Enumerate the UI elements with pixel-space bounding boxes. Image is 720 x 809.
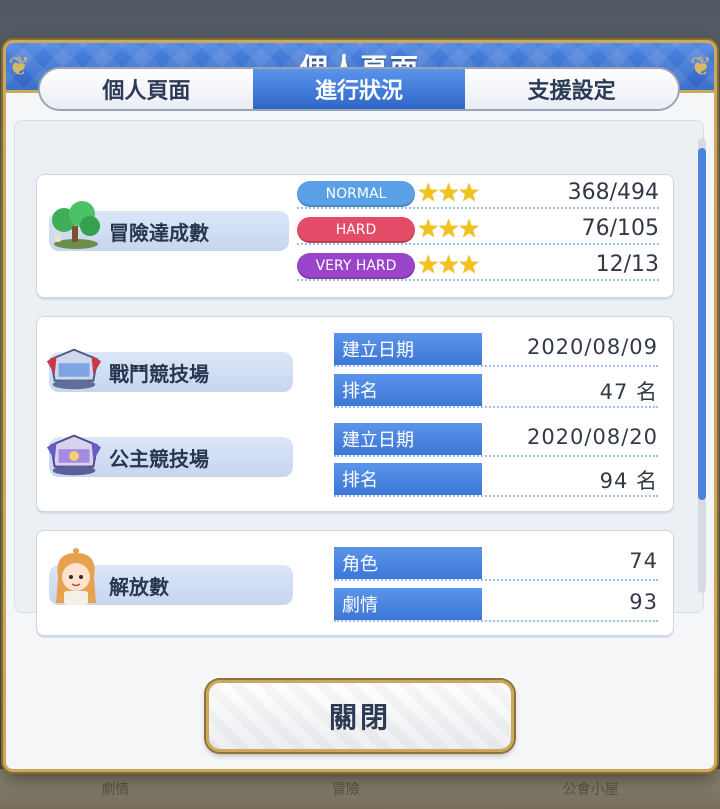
difficulty-value: 76/105	[581, 216, 659, 241]
rank-value: 94 名	[599, 469, 658, 493]
story-count-row: 劇情 93	[334, 588, 658, 622]
ornament-icon: ❦	[8, 52, 30, 82]
scrollbar[interactable]	[698, 138, 706, 593]
created-date-label: 建立日期	[334, 333, 482, 365]
created-date-label: 建立日期	[334, 423, 482, 455]
difficulty-badge: VERY HARD	[297, 253, 415, 279]
story-count-label: 劇情	[334, 588, 482, 620]
star-rating-icon: ★★★	[417, 250, 480, 279]
forest-tree-icon	[47, 201, 105, 249]
battle-arena-icon	[45, 345, 103, 393]
scrollbar-thumb[interactable]	[698, 148, 706, 500]
background-nav: 劇情 冒險 公會小屋	[0, 769, 720, 809]
difficulty-badge: HARD	[297, 217, 415, 243]
character-count-row: 角色 74	[334, 547, 658, 581]
tab-bar: 個人頁面 進行狀況 支援設定	[38, 67, 680, 111]
rank-label: 排名	[334, 374, 482, 406]
battle-created-row: 建立日期 2020/08/09	[334, 333, 658, 367]
princess-created-row: 建立日期 2020/08/20	[334, 423, 658, 457]
difficulty-row-normal: NORMAL ★★★ 368/494	[297, 179, 659, 209]
star-rating-icon: ★★★	[417, 178, 480, 207]
unlocks-card: 解放數 角色 74 劇情 93	[36, 530, 674, 636]
created-date-value: 2020/08/20	[526, 425, 658, 449]
nav-adventure: 冒險	[331, 782, 360, 798]
character-count-label: 角色	[334, 547, 482, 579]
created-date-value: 2020/08/09	[526, 335, 658, 359]
adventure-card: 冒險達成數 NORMAL ★★★ 368/494 HARD ★★★ 76/105…	[36, 174, 674, 298]
close-button[interactable]: 關閉	[206, 680, 514, 752]
nav-story: 劇情	[101, 782, 130, 798]
difficulty-value: 12/13	[595, 252, 659, 277]
arena-card: 戰鬥競技場 建立日期 2020/08/09 排名 47 名 公主競技場 建立日期	[36, 316, 674, 512]
battle-rank-row: 排名 47 名	[334, 374, 658, 408]
nav-guildhouse: 公會小屋	[562, 782, 619, 798]
rank-label: 排名	[334, 463, 482, 495]
difficulty-badge: NORMAL	[297, 181, 415, 207]
star-rating-icon: ★★★	[417, 214, 480, 243]
tab-support[interactable]: 支援設定	[465, 69, 678, 109]
difficulty-row-hard: HARD ★★★ 76/105	[297, 215, 659, 245]
tab-profile[interactable]: 個人頁面	[40, 69, 253, 109]
princess-rank-row: 排名 94 名	[334, 463, 658, 497]
princess-arena-icon	[45, 431, 103, 479]
rank-value: 47 名	[599, 380, 658, 404]
character-count-value: 74	[629, 549, 658, 573]
ornament-icon: ❦	[690, 52, 712, 82]
difficulty-value: 368/494	[567, 180, 659, 205]
character-portrait-icon	[47, 547, 105, 609]
difficulty-row-very-hard: VERY HARD ★★★ 12/13	[297, 251, 659, 281]
tab-progress[interactable]: 進行狀況	[252, 69, 466, 109]
story-count-value: 93	[629, 590, 658, 614]
